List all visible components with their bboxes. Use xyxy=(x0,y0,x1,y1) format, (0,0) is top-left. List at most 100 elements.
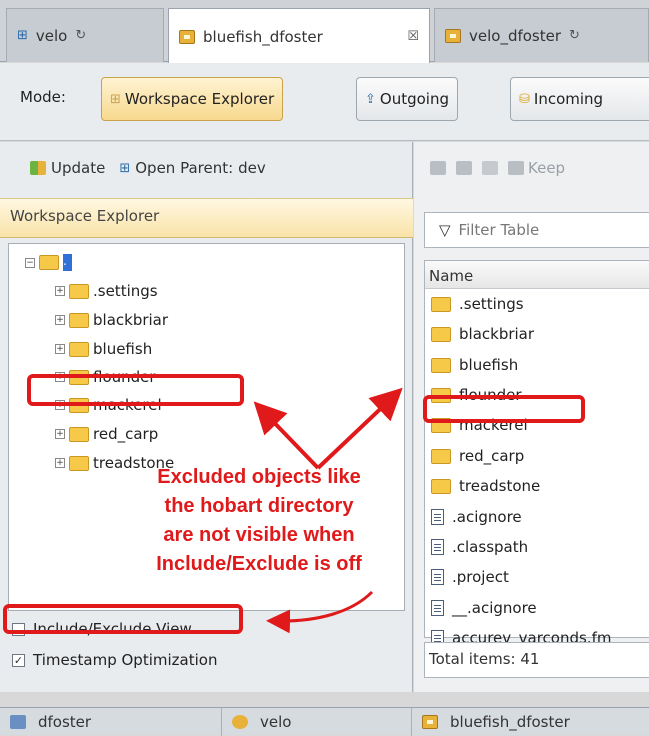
workspace-explorer-mode-button[interactable]: ⊞ Workspace Explorer xyxy=(101,77,284,121)
tree-item-label: bluefish xyxy=(93,340,153,358)
tree-item-label: blackbriar xyxy=(93,311,169,329)
table-row[interactable]: .settings xyxy=(431,295,524,313)
include-exclude-highlight xyxy=(3,604,243,634)
refresh-icon: ↻ xyxy=(75,28,87,43)
tab-bluefish-dfoster[interactable]: bluefish_dfoster ☒ xyxy=(168,8,430,64)
table-row[interactable]: .project xyxy=(431,568,509,586)
tab-label: velo_dfoster xyxy=(469,26,562,45)
outgoing-mode-button[interactable]: ⇪ Outgoing xyxy=(356,77,458,121)
row-name: __.acignore xyxy=(452,599,537,617)
table-row[interactable]: __.acignore xyxy=(431,599,537,617)
tab-label: velo xyxy=(35,26,68,45)
annotation-note: Excluded objects like the hobart directo… xyxy=(118,463,400,579)
folder-icon xyxy=(431,296,451,312)
row-name: .acignore xyxy=(452,508,522,526)
update-label: Update xyxy=(51,159,106,177)
file-icon xyxy=(431,569,444,585)
collapse-icon[interactable]: − xyxy=(25,257,35,268)
folder-icon xyxy=(69,341,89,357)
table-row[interactable]: bluefish xyxy=(431,356,518,374)
button-label: Outgoing xyxy=(379,90,449,108)
pane-title: Workspace Explorer xyxy=(0,198,413,238)
root-label: . xyxy=(63,254,72,271)
folder-open-icon xyxy=(39,255,59,270)
expand-icon[interactable]: + xyxy=(55,286,65,296)
row-name: blackbriar xyxy=(459,325,535,343)
table-row[interactable]: .acignore xyxy=(431,508,522,526)
update-icon xyxy=(30,161,46,175)
timestamp-checkbox[interactable]: ✓ xyxy=(12,653,25,667)
row-name: .settings xyxy=(459,295,524,313)
row-name: treadstone xyxy=(459,477,541,495)
tree-item[interactable]: + .settings xyxy=(55,282,158,300)
file-icon xyxy=(431,600,444,616)
outgoing-icon: ⇪ xyxy=(365,91,376,107)
left-toolbar: Update ⊞ Open Parent: dev xyxy=(0,142,413,194)
annotation-line: Excluded objects like xyxy=(157,466,361,488)
close-tab-icon[interactable]: ☒ xyxy=(407,29,419,44)
open-parent-icon: ⊞ xyxy=(119,160,131,176)
folder-icon xyxy=(431,478,451,494)
depot-icon xyxy=(232,715,248,729)
status-depot[interactable]: velo xyxy=(222,708,412,736)
filter-input[interactable]: ▽ Filter Table xyxy=(424,212,649,248)
flounder-highlight-left xyxy=(27,374,244,406)
toolbar-action-icon[interactable] xyxy=(482,161,498,175)
button-label: Incoming xyxy=(533,90,604,108)
keep-button[interactable]: Keep xyxy=(508,159,565,177)
status-bar: dfoster velo bluefish_dfoster xyxy=(0,707,649,736)
open-parent-button[interactable]: ⊞ Open Parent: dev xyxy=(119,159,265,177)
folder-icon xyxy=(431,448,451,464)
table-row[interactable]: red_carp xyxy=(431,447,524,465)
folder-icon xyxy=(69,312,89,328)
row-name: .project xyxy=(452,568,509,586)
update-button[interactable]: Update xyxy=(30,159,105,177)
column-header-name[interactable]: Name xyxy=(425,261,649,289)
tab-velo-dfoster[interactable]: velo_dfoster ↻ xyxy=(434,8,649,62)
folder-icon xyxy=(69,455,89,471)
folder-icon xyxy=(69,283,89,299)
filter-placeholder: Filter Table xyxy=(458,221,540,239)
expand-icon[interactable]: + xyxy=(55,315,65,325)
tree-item[interactable]: + bluefish xyxy=(55,340,152,358)
workspace-icon xyxy=(422,715,438,729)
folder-icon xyxy=(431,357,451,373)
tree-item[interactable]: + red_carp xyxy=(55,425,158,443)
expand-icon[interactable]: + xyxy=(55,429,65,439)
tree-item[interactable]: + blackbriar xyxy=(55,311,168,329)
flounder-highlight-right xyxy=(423,395,585,423)
tree-item-label: red_carp xyxy=(93,425,159,443)
stream-icon: ⊞ xyxy=(17,28,28,43)
table-row[interactable]: .classpath xyxy=(431,538,528,556)
explorer-icon: ⊞ xyxy=(110,91,121,107)
keep-icon xyxy=(508,161,524,175)
workspace-icon xyxy=(445,28,461,43)
row-name: bluefish xyxy=(459,356,519,374)
tree-item-label: .settings xyxy=(93,282,158,300)
table-row[interactable]: treadstone xyxy=(431,477,540,495)
annotation-line: Include/Exclude is off xyxy=(156,553,362,575)
button-label: Workspace Explorer xyxy=(124,90,275,108)
tab-label: bluefish_dfoster xyxy=(203,27,323,46)
right-toolbar: Keep xyxy=(414,142,649,194)
timestamp-label: Timestamp Optimization xyxy=(33,651,218,669)
incoming-mode-button[interactable]: ⛁ Incoming xyxy=(510,77,649,121)
toolbar-action-icon[interactable] xyxy=(430,161,446,175)
timestamp-optimization-toggle[interactable]: ✓ Timestamp Optimization xyxy=(12,651,217,669)
keep-label: Keep xyxy=(528,159,566,177)
expand-icon[interactable]: + xyxy=(55,344,65,354)
status-user[interactable]: dfoster xyxy=(0,708,222,736)
file-icon xyxy=(431,509,444,525)
status-workspace[interactable]: bluefish_dfoster xyxy=(412,708,649,736)
expand-icon[interactable]: + xyxy=(55,458,65,468)
toolbar-action-icon[interactable] xyxy=(456,161,472,175)
tree-root[interactable]: − . xyxy=(25,254,72,271)
open-parent-label: Open Parent: xyxy=(135,159,234,177)
file-icon xyxy=(431,539,444,555)
total-items-count: Total items: 41 xyxy=(424,642,649,678)
folder-icon xyxy=(431,326,451,342)
mode-bar: Mode: ⊞ Workspace Explorer ⇪ Outgoing ⛁ … xyxy=(0,63,649,141)
tab-velo[interactable]: ⊞ velo ↻ xyxy=(6,8,164,62)
table-row[interactable]: blackbriar xyxy=(431,325,534,343)
refresh-icon: ↻ xyxy=(569,28,580,43)
